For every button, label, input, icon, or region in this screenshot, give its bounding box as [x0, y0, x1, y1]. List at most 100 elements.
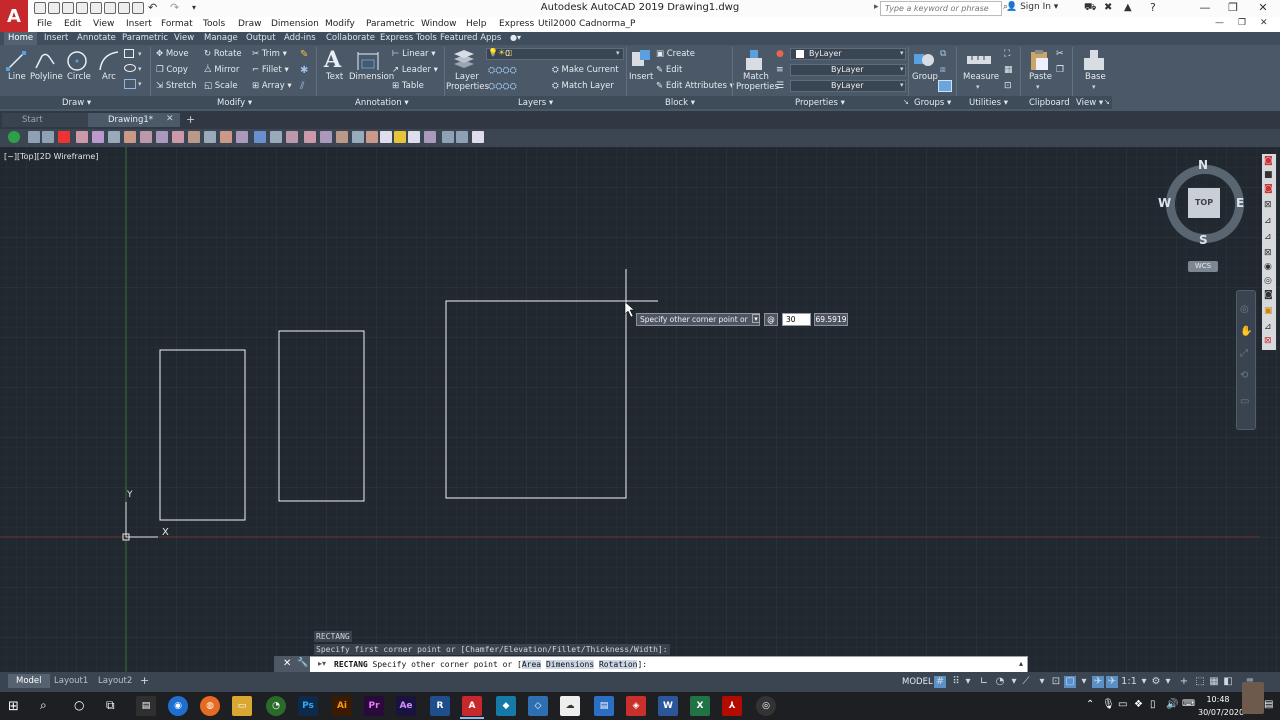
view-panel-title[interactable]: View ▾: [1076, 98, 1103, 108]
task-view-icon[interactable]: ⧉: [106, 698, 115, 713]
linetype-dropdown[interactable]: ByLayer: [790, 64, 906, 76]
hatch-dropdown-icon[interactable]: ▾: [138, 65, 142, 73]
draw-panel-title[interactable]: Draw ▾: [62, 98, 91, 108]
lineweight-chevron-down-icon[interactable]: ▾: [900, 81, 904, 89]
right-tool-icon-9[interactable]: ◎: [1264, 276, 1272, 286]
make-current-button[interactable]: ⛭ Make Current: [552, 65, 619, 75]
scale-dropdown-icon[interactable]: ▾: [1138, 676, 1150, 688]
app-icon-circle[interactable]: ◎: [756, 696, 776, 716]
menu-parametric[interactable]: Parametric: [366, 19, 415, 29]
clock-date[interactable]: 30/07/2020: [1198, 708, 1244, 717]
right-tool-icon-4[interactable]: ⊠: [1264, 200, 1272, 210]
tab-manage[interactable]: Manage: [200, 32, 242, 45]
chevron-right-icon[interactable]: ▸: [874, 2, 879, 12]
tab-annotate[interactable]: Annotate: [73, 32, 120, 45]
toolbar-icon-21[interactable]: [336, 131, 348, 143]
toolbar-icon-11[interactable]: [172, 131, 184, 143]
paste-icon[interactable]: [1028, 48, 1050, 72]
linetype-chevron-down-icon[interactable]: ▾: [900, 65, 904, 73]
tab-insert[interactable]: Insert: [40, 32, 72, 45]
layers-panel-title[interactable]: Layers ▾: [518, 98, 553, 108]
store-app-icon[interactable]: ▤: [136, 696, 156, 716]
group-button[interactable]: Group: [912, 72, 938, 82]
network-icon[interactable]: ▯: [1150, 699, 1156, 710]
rotate-button[interactable]: ↻ Rotate: [204, 49, 242, 59]
layout1-tab[interactable]: Layout1: [46, 674, 96, 688]
rectangle-dropdown-icon[interactable]: ▾: [138, 50, 142, 58]
wcs-menu-button[interactable]: WCS: [1188, 261, 1218, 272]
doc-restore-icon[interactable]: ❐: [1238, 18, 1246, 28]
dynamic-input-options-icon[interactable]: ▾: [752, 314, 760, 323]
lineweight-dropdown[interactable]: ByLayer: [790, 80, 906, 92]
ortho-icon[interactable]: ∟: [978, 676, 990, 688]
save-icon[interactable]: [62, 2, 74, 14]
toolbar-icon-5[interactable]: [76, 131, 88, 143]
selection-cycling-icon[interactable]: ▢: [1064, 676, 1076, 688]
showmotion-icon[interactable]: ▭: [1240, 396, 1249, 407]
create-block-button[interactable]: ▣ Create: [656, 49, 695, 59]
after-effects-app-icon[interactable]: Ae: [396, 696, 416, 716]
acrobat-app-icon[interactable]: ⅄: [722, 696, 742, 716]
toolbar-icon-25[interactable]: [394, 131, 406, 143]
isodraft-icon[interactable]: ⟋: [1020, 676, 1032, 688]
volume-icon[interactable]: 🔊: [1166, 699, 1178, 710]
revit-app-icon[interactable]: R: [430, 696, 450, 716]
menu-help[interactable]: Help: [466, 19, 487, 29]
measure-button[interactable]: Measure: [963, 72, 999, 82]
insert-block-icon[interactable]: [630, 48, 652, 72]
command-customize-wrench-icon[interactable]: 🔧: [297, 658, 308, 668]
erase-icon[interactable]: ✎: [300, 49, 308, 60]
compass-south[interactable]: S: [1199, 233, 1208, 247]
qat-customize-chevron-down-icon[interactable]: ▾: [192, 3, 196, 12]
right-tool-icon-10[interactable]: ◙: [1264, 290, 1273, 300]
toolbar-icon-23[interactable]: [366, 131, 378, 143]
grid-icon[interactable]: #: [934, 676, 946, 688]
toolbar-icon-28[interactable]: [442, 131, 454, 143]
firefox-app-icon[interactable]: ◍: [200, 696, 220, 716]
edit-block-button[interactable]: ✎ Edit: [656, 65, 682, 75]
polyline-icon[interactable]: [34, 50, 56, 72]
toolbar-icon-2[interactable]: [28, 131, 40, 143]
toolbar-icon-6[interactable]: [92, 131, 104, 143]
dropbox-icon[interactable]: ❖: [1134, 699, 1143, 710]
base-button[interactable]: Base: [1085, 72, 1106, 82]
layer-tools-row1-icons[interactable]: ⛭⛭⛭⛭: [488, 66, 517, 76]
polar-tracking-icon[interactable]: ◔: [994, 676, 1006, 688]
dynamic-distance-input[interactable]: 30: [782, 313, 811, 326]
model-space-button[interactable]: MODEL: [902, 677, 933, 687]
steering-wheel-icon[interactable]: ◎: [1240, 304, 1249, 315]
tab-output[interactable]: Output: [242, 32, 280, 45]
zoom-extents-icon[interactable]: ⤢: [1240, 348, 1248, 359]
ribbon-toggle-icon[interactable]: ●▾: [510, 33, 521, 42]
right-tool-icon-3[interactable]: ◙: [1264, 184, 1273, 194]
copy-button[interactable]: ❐ Copy: [156, 65, 188, 75]
array-button[interactable]: ⊞ Array ▾: [252, 81, 292, 91]
dynamic-angle-field[interactable]: 69.5919: [814, 313, 848, 326]
clock-time[interactable]: 10:48: [1198, 695, 1238, 704]
annotation-panel-title[interactable]: Annotation ▾: [355, 98, 409, 108]
group-selection-icon[interactable]: [938, 80, 952, 92]
menu-window[interactable]: Window: [421, 19, 457, 29]
measure-icon[interactable]: [966, 50, 992, 70]
toolbar-icon-19[interactable]: [304, 131, 316, 143]
explode-icon[interactable]: ✱: [300, 65, 308, 76]
quick-select-icon[interactable]: ⛶: [1004, 49, 1010, 59]
battery-icon[interactable]: ▭: [1118, 699, 1127, 710]
clipboard-panel-title[interactable]: Clipboard: [1029, 98, 1070, 108]
group-icon[interactable]: [912, 48, 936, 72]
line-icon[interactable]: [6, 50, 26, 72]
word-app-icon[interactable]: W: [658, 696, 678, 716]
toolbar-icon-13[interactable]: [204, 131, 216, 143]
app-icon-doc[interactable]: ▤: [594, 696, 614, 716]
compass-north[interactable]: N: [1198, 158, 1208, 172]
toolbar-icon-26[interactable]: [408, 131, 420, 143]
toolbar-icon-30[interactable]: [472, 131, 484, 143]
layer-dropdown-chevron-down-icon[interactable]: ▾: [616, 49, 620, 57]
right-tool-icon-11[interactable]: ▣: [1264, 306, 1273, 316]
measure-chevron-down-icon[interactable]: ▾: [976, 83, 980, 91]
sign-in-button[interactable]: 👤 Sign In ▾: [1006, 2, 1058, 12]
toolbar-icon-24[interactable]: [380, 131, 392, 143]
toolbar-icon-7[interactable]: [108, 131, 120, 143]
command-history-up-icon[interactable]: ▴: [1019, 659, 1023, 668]
base-view-icon[interactable]: [1082, 48, 1106, 72]
